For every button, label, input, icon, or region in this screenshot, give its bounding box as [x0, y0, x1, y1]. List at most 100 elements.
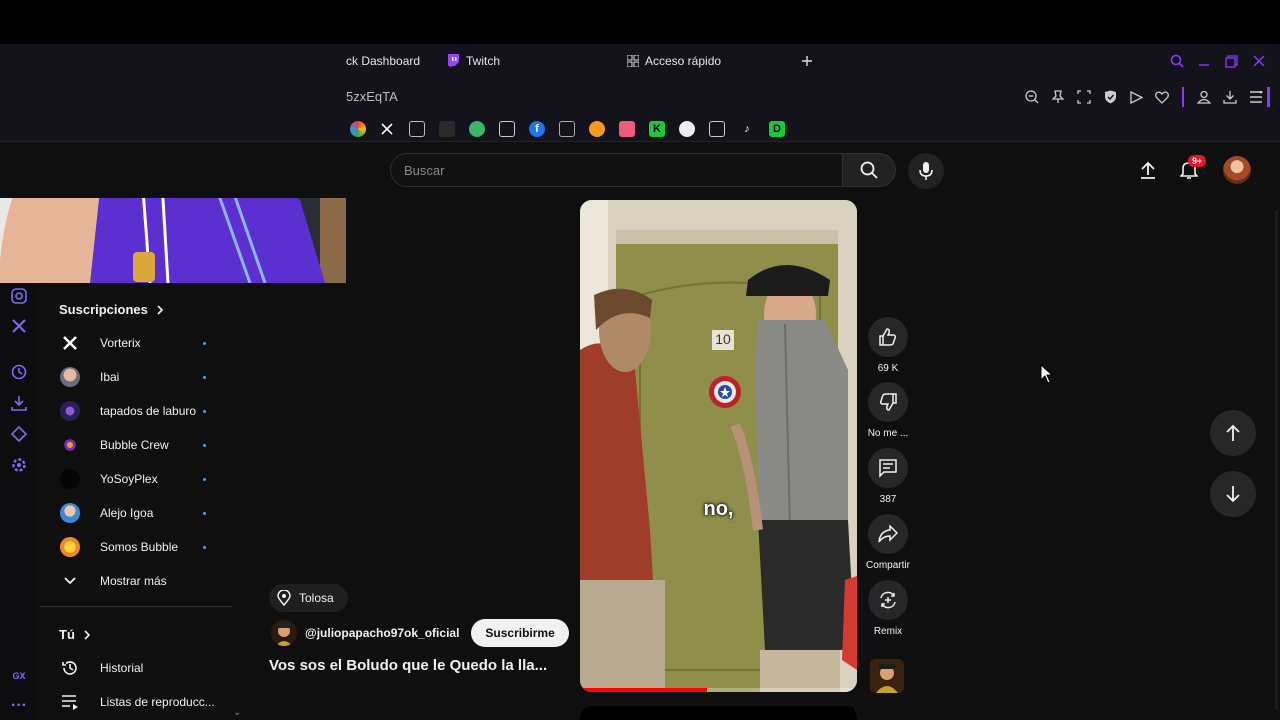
channel-avatar[interactable] [271, 620, 297, 646]
page-scrollbar[interactable] [1275, 210, 1278, 710]
subscriptions-header[interactable]: Suscripciones [59, 302, 164, 317]
channel-row: @juliopapacho97ok_oficial Suscribirme [271, 619, 569, 647]
extensions-icon[interactable] [10, 425, 28, 443]
doc-bookmark-icon[interactable] [499, 121, 515, 137]
tab-quick-access[interactable]: Acceso rápido [627, 44, 721, 78]
avatar[interactable] [1223, 156, 1251, 184]
more-dots-icon[interactable]: ··· [10, 697, 28, 715]
channel-name: tapados de laburo [100, 404, 197, 418]
sidebar-item-somos-bubble[interactable]: Somos Bubble [38, 530, 236, 564]
pink-bookmark-icon[interactable] [619, 121, 635, 137]
green-bookmark-icon[interactable] [469, 121, 485, 137]
search-button[interactable] [842, 153, 896, 187]
voice-search-button[interactable] [908, 153, 944, 189]
show-more-button[interactable]: Mostrar más [38, 564, 236, 598]
dislike-button[interactable]: No me ... [866, 382, 910, 439]
x-bookmark-icon[interactable] [379, 121, 395, 137]
send-icon[interactable] [1126, 87, 1146, 107]
scroll-down-icon[interactable]: ⌄ [233, 707, 241, 718]
avatar [60, 469, 80, 489]
upload-button[interactable] [1134, 156, 1162, 184]
search-icon [1170, 54, 1184, 68]
close-button[interactable] [1253, 44, 1265, 78]
heart-icon[interactable] [1152, 87, 1172, 107]
share-icon [878, 525, 898, 543]
share-button[interactable]: Compartir [866, 514, 910, 571]
vorterix-x-icon [60, 333, 80, 353]
tab-dashboard[interactable]: ck Dashboard [346, 44, 420, 78]
pin-icon[interactable] [1048, 87, 1068, 107]
orange-bookmark-icon[interactable] [589, 121, 605, 137]
sidebar-item-playlists[interactable]: Listas de reproducc... [38, 685, 236, 719]
you-header[interactable]: Tú [59, 627, 91, 642]
sidebar-item-bubble-crew[interactable]: Bubble Crew [38, 428, 236, 462]
instagram-icon[interactable] [10, 287, 28, 305]
twitch-icon [448, 54, 459, 68]
comments-button[interactable]: 387 [866, 448, 910, 505]
download-icon[interactable] [1220, 87, 1240, 107]
shield-icon[interactable] [1100, 87, 1120, 107]
remix-label: Remix [873, 626, 903, 637]
sidebar-item-tapados[interactable]: tapados de laburo [38, 394, 236, 428]
new-content-dot [203, 443, 206, 447]
remix-icon [880, 591, 896, 609]
tab-twitch[interactable]: Twitch [447, 44, 500, 78]
url-text[interactable]: 5zxEqTA [346, 89, 398, 104]
sidebar-item-ibai[interactable]: Ibai [38, 360, 236, 394]
previous-short-button[interactable] [1210, 410, 1256, 456]
short-title[interactable]: Vos sos el Boludo que le Quedo la lla... [269, 657, 547, 674]
like-button[interactable]: 69 K [866, 317, 910, 374]
download-icon[interactable] [10, 394, 28, 412]
sidebar-item-history[interactable]: Historial [38, 651, 236, 685]
top-black-strip [0, 0, 1280, 44]
comment-icon [879, 459, 897, 478]
channel-name: Alejo Igoa [100, 506, 154, 520]
new-content-dot [203, 477, 206, 481]
sidebar-item-yosoyplex[interactable]: YoSoyPlex [38, 462, 236, 496]
search-input[interactable]: Buscar [390, 153, 843, 187]
facebook-bookmark-icon[interactable]: f [529, 121, 545, 137]
arrow-up-icon [1226, 424, 1240, 441]
dark-bookmark-icon[interactable] [439, 121, 455, 137]
profile-icon[interactable] [1194, 87, 1214, 107]
next-short-button[interactable] [1210, 471, 1256, 517]
discord-bookmark-icon[interactable] [679, 121, 695, 137]
youtube-header: Buscar 9+ [0, 142, 1280, 198]
remix-button[interactable]: Remix [866, 580, 910, 637]
maximize-button[interactable] [1225, 44, 1238, 78]
sound-channel-thumbnail[interactable] [870, 659, 904, 693]
image-bookmark-icon[interactable] [409, 121, 425, 137]
playlists-label: Listas de reproducc... [100, 695, 215, 709]
d-bookmark-icon[interactable]: D [769, 121, 785, 137]
dislike-label: No me ... [867, 428, 909, 439]
playlist-icon [60, 692, 80, 712]
next-short-preview[interactable] [580, 706, 857, 720]
screenshot-icon[interactable] [1074, 87, 1094, 107]
new-tab-button[interactable] [801, 44, 819, 78]
clock-icon[interactable] [10, 363, 28, 381]
copilot-bookmark-icon[interactable] [350, 121, 366, 137]
x-icon[interactable] [10, 317, 28, 335]
menu-icon[interactable] [1246, 87, 1266, 107]
search-tabs-button[interactable] [1170, 44, 1184, 78]
location-chip[interactable]: Tolosa [269, 584, 348, 612]
doc2-bookmark-icon[interactable] [709, 121, 725, 137]
sidebar-item-vorterix[interactable]: Vorterix [38, 326, 236, 360]
channel-name: Vorterix [100, 336, 141, 350]
gx-icon[interactable]: GX [10, 667, 28, 685]
zoom-out-icon[interactable] [1022, 87, 1042, 107]
settings-icon[interactable] [10, 456, 28, 474]
minimize-button[interactable] [1198, 44, 1210, 78]
show-more-label: Mostrar más [100, 574, 167, 588]
channel-name[interactable]: @juliopapacho97ok_oficial [305, 626, 459, 640]
channel-name: Somos Bubble [100, 540, 179, 554]
sidebar-item-alejo-igoa[interactable]: Alejo Igoa [38, 496, 236, 530]
short-video-player[interactable]: 10 no, [580, 200, 857, 692]
kick-bookmark-icon[interactable]: K [649, 121, 665, 137]
tiktok-bookmark-icon[interactable]: ♪ [739, 121, 755, 137]
thumbs-down-icon [879, 393, 897, 411]
subscribe-button[interactable]: Suscribirme [471, 619, 569, 647]
video-progress-bar[interactable] [580, 688, 857, 692]
new-content-dot [203, 341, 206, 345]
cube-bookmark-icon[interactable] [559, 121, 575, 137]
